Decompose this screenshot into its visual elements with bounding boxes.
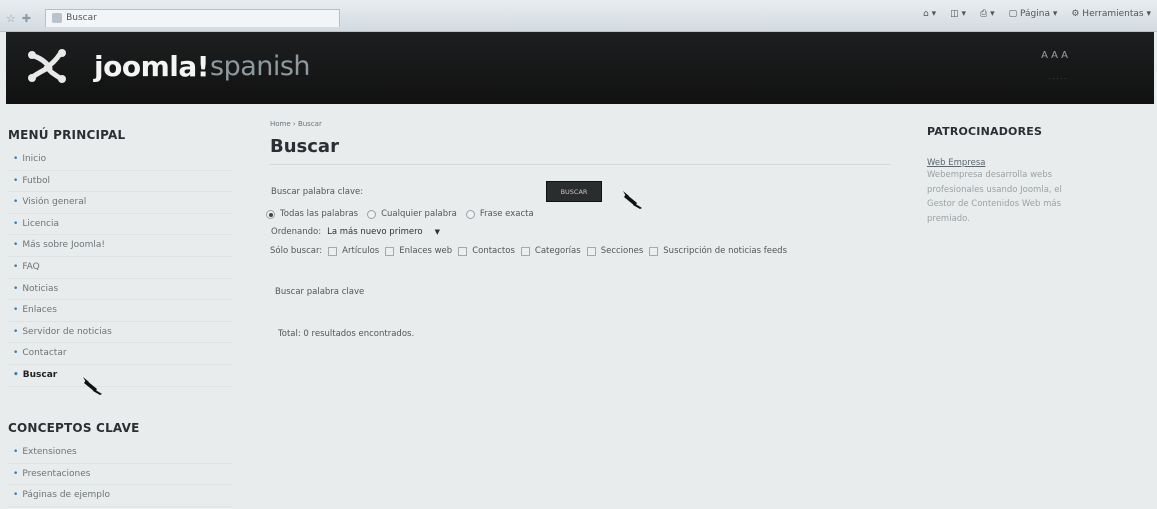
menu-item-presentaciones[interactable]: Presentaciones (8, 464, 233, 486)
home-icon[interactable]: ⌂ ▾ (923, 9, 936, 19)
tools-menu[interactable]: ⚙ Herramientas ▾ (1071, 9, 1151, 19)
checkbox-categorias-label: Categorías (534, 246, 581, 256)
menu-item-inicio[interactable]: Inicio (8, 149, 233, 171)
radio-frase-label: Frase exacta (479, 209, 534, 219)
checkbox-articulos[interactable] (328, 246, 338, 256)
results-keyword-label: Buscar palabra clave (275, 287, 365, 297)
key-concepts-module: CONCEPTOS CLAVE Extensiones Presentacion… (8, 421, 238, 507)
page-favicon-icon (52, 13, 63, 23)
ordering-row: Ordenando: La más nuevo primero ▼ (271, 227, 440, 237)
menu-item-paginas-ejemplo[interactable]: Páginas de ejemplo (8, 485, 233, 507)
checkbox-feeds-label: Suscripción de noticias feeds (663, 246, 788, 256)
sponsors-title: PATROCINADORES (927, 125, 1043, 138)
radio-row: Todas las palabras Cualquier palabra Fra… (266, 209, 534, 219)
radio-frase-exacta[interactable] (465, 209, 475, 219)
main-menu-title: MENÚ PRINCIPAL (8, 128, 126, 142)
checkbox-secciones-label: Secciones (600, 246, 644, 256)
favorites-star-icon[interactable]: ☆ (6, 12, 16, 25)
joomla-logo-icon[interactable] (26, 48, 68, 84)
menu-item-vision-general[interactable]: Visión general (8, 192, 233, 214)
radio-cualquier-label: Cualquier palabra (381, 209, 457, 219)
ordering-label: Ordenando: (271, 227, 322, 237)
breadcrumb-home[interactable]: Home (270, 120, 291, 128)
checkbox-contactos[interactable] (458, 246, 468, 256)
header-sub-text: · · · · · (1048, 76, 1066, 83)
menu-item-futbol[interactable]: Futbol (8, 171, 233, 193)
checkbox-contactos-label: Contactos (472, 246, 515, 256)
menu-item-contactar[interactable]: Contactar (8, 343, 233, 365)
checkbox-secciones[interactable] (586, 246, 596, 256)
menu-item-mas-sobre-joomla[interactable]: Más sobre Joomla! (8, 235, 233, 257)
right-sidebar: PATROCINADORES Web Empresa Webempresa de… (927, 125, 1097, 226)
only-search-label: Sólo buscar: (270, 246, 323, 256)
site-header: joomla! spanish A A A · · · · · (6, 32, 1154, 104)
menu-item-extensiones[interactable]: Extensiones (8, 442, 233, 464)
left-sidebar: MENÚ PRINCIPAL Inicio Futbol Visión gene… (8, 128, 238, 387)
radio-cualquier-palabra[interactable] (367, 209, 377, 219)
sponsor-link[interactable]: Web Empresa (927, 158, 1097, 168)
search-button[interactable]: BUSCAR (546, 181, 602, 202)
key-concepts-menu: Extensiones Presentaciones Páginas de ej… (8, 442, 238, 507)
logo-subtext[interactable]: spanish (210, 51, 311, 82)
toolbar-right: ⌂ ▾ ◫ ▾ ⎙ ▾ ▢ Página ▾ ⚙ Herramientas ▾ (923, 9, 1151, 19)
font-size-controls[interactable]: A A A (1041, 50, 1068, 61)
menu-item-servidor-noticias[interactable]: Servidor de noticias (8, 322, 233, 344)
checkbox-enlaces-label: Enlaces web (399, 246, 453, 256)
checkbox-articulos-label: Artículos (342, 246, 380, 256)
tab-title: Buscar (66, 13, 97, 23)
sponsor-description: Webempresa desarrolla webs profesionales… (927, 170, 1062, 224)
menu-item-licencia[interactable]: Licencia (8, 214, 233, 236)
breadcrumb-current: Buscar (297, 120, 322, 128)
menu-item-buscar[interactable]: Buscar (8, 365, 233, 387)
logo-text[interactable]: joomla! (94, 50, 210, 83)
breadcrumb: Home › Buscar (270, 120, 890, 128)
checkbox-enlaces-web[interactable] (385, 246, 395, 256)
ordering-value: La más nuevo primero (327, 227, 423, 237)
print-icon[interactable]: ⎙ ▾ (980, 9, 995, 19)
checkbox-feeds[interactable] (649, 246, 659, 256)
search-keyword-row: Buscar palabra clave: (271, 187, 363, 197)
main-menu: Inicio Futbol Visión general Licencia Má… (8, 149, 238, 387)
menu-item-enlaces[interactable]: Enlaces (8, 300, 233, 322)
main-content: Home › Buscar Buscar Buscar palabra clav… (266, 120, 890, 339)
checkbox-categorias[interactable] (520, 246, 530, 256)
feeds-icon[interactable]: ◫ ▾ (950, 9, 966, 19)
pointer-cursor-icon (623, 191, 642, 209)
menu-item-noticias[interactable]: Noticias (8, 279, 233, 301)
radio-todas-palabras[interactable] (266, 209, 275, 219)
results-total: Total: 0 resultados encontrados. (278, 329, 415, 339)
radio-todas-label: Todas las palabras (280, 209, 359, 219)
tools-menu-label: Herramientas (1082, 9, 1144, 19)
page-menu[interactable]: ▢ Página ▾ (1009, 9, 1058, 19)
page-title: Buscar (270, 136, 890, 165)
page-menu-label: Página (1019, 9, 1050, 19)
ordering-select[interactable]: La más nuevo primero ▼ (327, 227, 440, 237)
browser-tab[interactable]: Buscar (45, 9, 341, 27)
browser-toolbar: ☆ ✚ Buscar ⌂ ▾ ◫ ▾ ⎙ ▾ ▢ Página ▾ ⚙ Herr… (0, 0, 1157, 32)
only-search-row: Sólo buscar: Artículos Enlaces web Conta… (270, 246, 787, 256)
dropdown-arrow-icon: ▼ (434, 228, 440, 236)
menu-item-faq[interactable]: FAQ (8, 257, 233, 279)
pointer-cursor-icon (83, 377, 102, 395)
toolbar-left: ☆ ✚ Buscar (6, 9, 341, 27)
key-concepts-title: CONCEPTOS CLAVE (8, 421, 140, 435)
search-keyword-label: Buscar palabra clave: (271, 187, 364, 197)
add-favorite-icon[interactable]: ✚ (22, 12, 31, 25)
